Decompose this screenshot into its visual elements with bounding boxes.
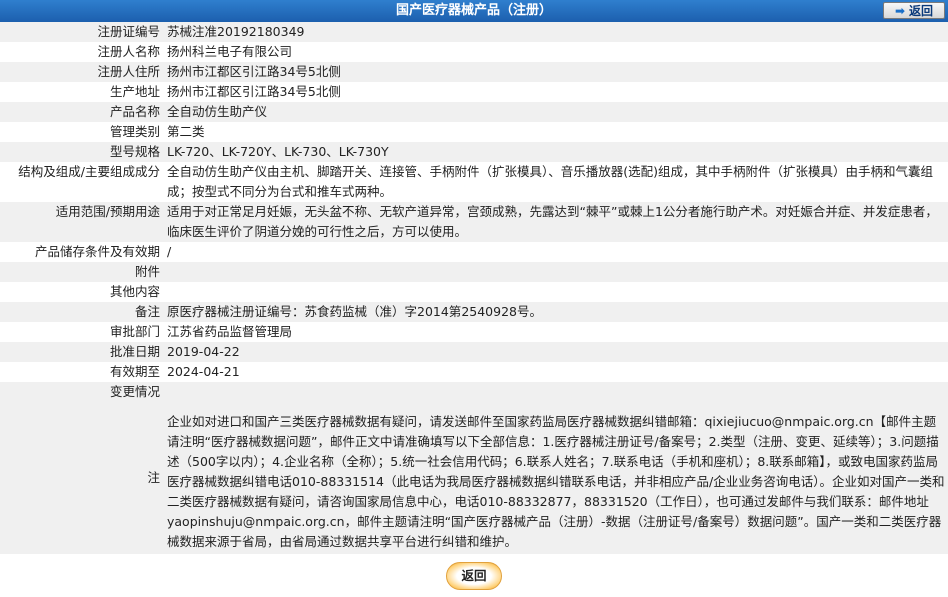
field-label: 其他内容: [0, 282, 164, 302]
field-value: 苏械注准20192180349: [164, 22, 948, 42]
field-label: 产品储存条件及有效期: [0, 242, 164, 262]
field-label: 注册人名称: [0, 42, 164, 62]
table-row: 注册人名称 扬州科兰电子有限公司: [0, 42, 948, 62]
field-value: 第二类: [164, 122, 948, 142]
field-value: 扬州市江都区引江路34号5北侧: [164, 82, 948, 102]
field-label: 型号规格: [0, 142, 164, 162]
detail-table: 注册证编号 苏械注准20192180349 注册人名称 扬州科兰电子有限公司 注册人住所…: [0, 22, 948, 554]
table-row: 管理类别 第二类: [0, 122, 948, 142]
field-label: 注册人住所: [0, 62, 164, 82]
field-label: 备注: [0, 302, 164, 322]
table-row: 产品名称 全自动仿生助产仪: [0, 102, 948, 122]
table-row: 附件: [0, 262, 948, 282]
arrow-right-icon: ➡: [894, 4, 906, 18]
table-row: 注册证编号 苏械注准20192180349: [0, 22, 948, 42]
field-value: [164, 262, 948, 282]
field-label: 适用范围/预期用途: [0, 202, 164, 242]
field-label: 产品名称: [0, 102, 164, 122]
table-row: 其他内容: [0, 282, 948, 302]
table-row: 审批部门 江苏省药品监督管理局: [0, 322, 948, 342]
footer: 返回: [0, 554, 948, 590]
table-row: 批准日期 2019-04-22: [0, 342, 948, 362]
title-bar: 国产医疗器械产品（注册） ➡ 返回: [0, 0, 948, 22]
field-value: LK-720、LK-720Y、LK-730、LK-730Y: [164, 142, 948, 162]
field-label: 批准日期: [0, 342, 164, 362]
field-label: 生产地址: [0, 82, 164, 102]
field-label: 管理类别: [0, 122, 164, 142]
field-value: 江苏省药品监督管理局: [164, 322, 948, 342]
field-label: 有效期至: [0, 362, 164, 382]
back-label: 返回: [909, 4, 934, 18]
table-row: 结构及组成/主要组成成分 全自动仿生助产仪由主机、脚踏开关、连接管、手柄附件（扩张…: [0, 162, 948, 202]
back-button-bottom[interactable]: 返回: [446, 562, 502, 590]
field-value: 原医疗器械注册证编号：苏食药监械（准）字2014第2540928号。: [164, 302, 948, 322]
table-row: 生产地址 扬州市江都区引江路34号5北侧: [0, 82, 948, 102]
table-row: 备注 原医疗器械注册证编号：苏食药监械（准）字2014第2540928号。: [0, 302, 948, 322]
field-value: 适用于对正常足月妊娠，无头盆不称、无软产道异常，宫颈成熟，先露达到“棘平”或棘上…: [164, 202, 948, 242]
table-row: 有效期至 2024-04-21: [0, 362, 948, 382]
table-row: 适用范围/预期用途 适用于对正常足月妊娠，无头盆不称、无软产道异常，宫颈成熟，先露…: [0, 202, 948, 242]
field-value: [164, 282, 948, 302]
field-value: 全自动仿生助产仪: [164, 102, 948, 122]
field-value: 全自动仿生助产仪由主机、脚踏开关、连接管、手柄附件（扩张模具）、音乐播放器(选配…: [164, 162, 948, 202]
field-label: 结构及组成/主要组成成分: [0, 162, 164, 202]
page-title: 国产医疗器械产品（注册）: [395, 3, 552, 18]
field-value: 扬州市江都区引江路34号5北侧: [164, 62, 948, 82]
note-text: 企业如对进口和国产三类医疗器械数据有疑问，请发送邮件至国家药监局医疗器械数据纠错…: [164, 402, 948, 554]
note-row: 注企业如对进口和国产三类医疗器械数据有疑问，请发送邮件至国家药监局医疗器械数据纠…: [0, 402, 948, 554]
field-value: [164, 382, 948, 402]
field-label: 注册证编号: [0, 22, 164, 42]
field-value: 2019-04-22: [164, 342, 948, 362]
table-row: 型号规格 LK-720、LK-720Y、LK-730、LK-730Y: [0, 142, 948, 162]
table-row: 注册人住所 扬州市江都区引江路34号5北侧: [0, 62, 948, 82]
back-button-top[interactable]: ➡ 返回: [883, 2, 945, 19]
note-label: 注: [0, 402, 164, 554]
table-row: 产品储存条件及有效期 /: [0, 242, 948, 262]
field-value: 2024-04-21: [164, 362, 948, 382]
field-label: 审批部门: [0, 322, 164, 342]
field-value: 扬州科兰电子有限公司: [164, 42, 948, 62]
field-value: /: [164, 242, 948, 262]
field-label: 变更情况: [0, 382, 164, 402]
table-row: 变更情况: [0, 382, 948, 402]
field-label: 附件: [0, 262, 164, 282]
